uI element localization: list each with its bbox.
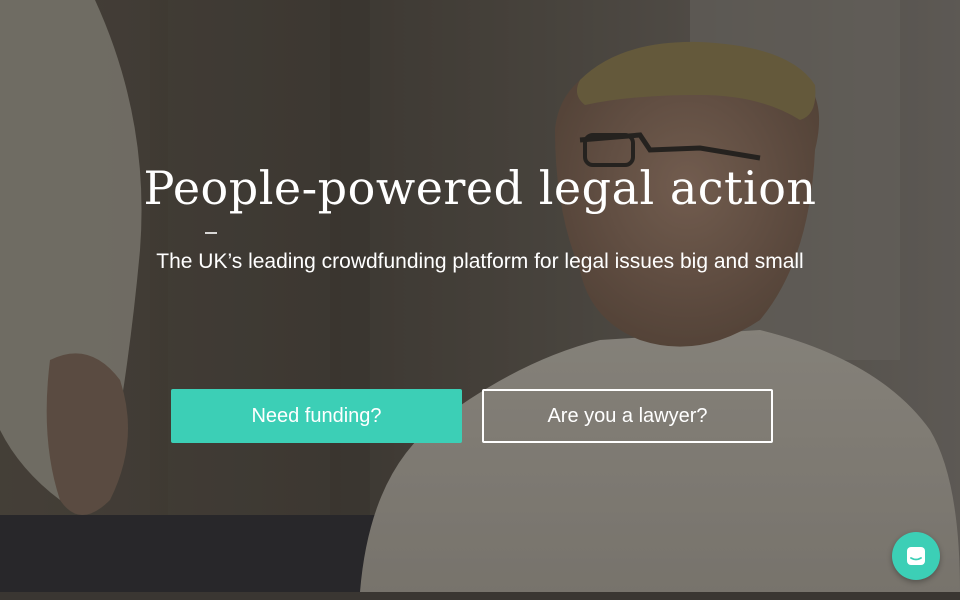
hero-section: People-powered legal action The UK’s lea… (0, 0, 960, 592)
chat-launcher-button[interactable] (892, 532, 940, 580)
hero-title: People-powered legal action (143, 161, 817, 215)
chat-icon (907, 547, 925, 565)
hero-subtitle: The UK’s leading crowdfunding platform f… (156, 250, 804, 273)
title-divider (205, 232, 217, 234)
need-funding-button[interactable]: Need funding? (171, 389, 462, 443)
are-you-a-lawyer-button[interactable]: Are you a lawyer? (482, 389, 773, 443)
hero-overlay (0, 0, 960, 592)
